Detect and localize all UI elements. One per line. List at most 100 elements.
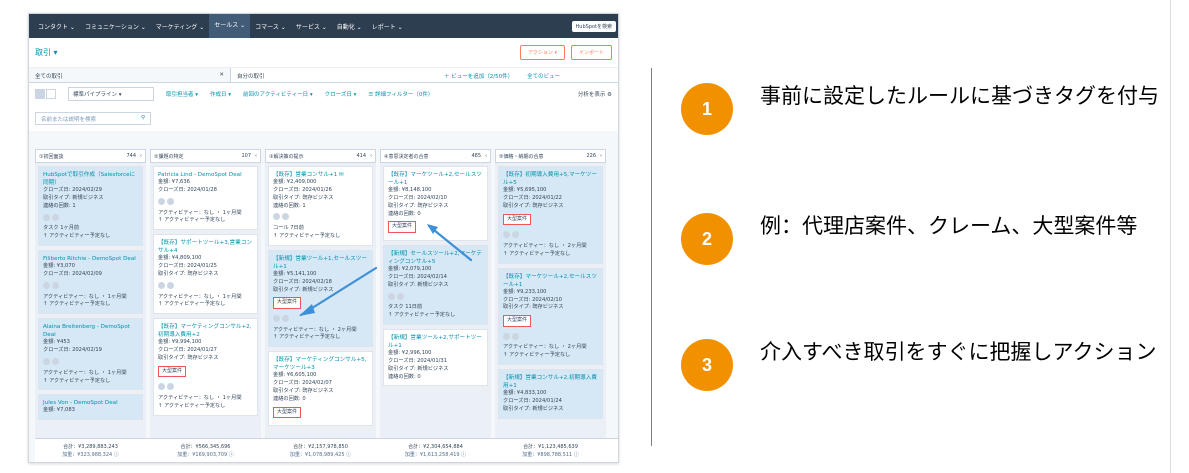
column-header: ①初回面談 744 ‹	[35, 149, 146, 163]
search-bar: 名前または説明を検索 ⚲	[29, 105, 618, 131]
deal-title[interactable]: 【既存】マーケティングコンサル+5,マーケツール+3	[273, 356, 368, 372]
magnifier-icon[interactable]: ⚲	[141, 115, 145, 122]
nav-item[interactable]: コンタクト ⌄	[33, 22, 80, 31]
deal-card[interactable]: Alaina Breitenberg - DemoSpot Deal 金額: ¥4…	[38, 318, 143, 391]
deal-activity: ↑ アクティビティー予定なし	[43, 301, 111, 308]
page-title[interactable]: 取引 ▾	[35, 47, 58, 58]
point-number-badge: 3	[681, 339, 733, 391]
avatar[interactable]	[158, 281, 165, 289]
nav-item[interactable]: コマース ⌄	[250, 22, 291, 31]
deal-card[interactable]: Jules Von - DemoSpot Deal 金額: ¥7,083	[38, 394, 143, 421]
avatar[interactable]	[273, 314, 280, 322]
created-filter[interactable]: 作成日 ▾	[210, 90, 231, 98]
avatar[interactable]	[503, 332, 510, 340]
deal-title[interactable]: 【新規】営業ツール+1,セールスツール+1	[273, 255, 368, 271]
avatar[interactable]	[52, 281, 59, 289]
add-view-button[interactable]: ＋ ビューを追加（2/50件）	[436, 68, 521, 82]
deal-title[interactable]: 【既存】初期導入費用+5,マーケツール+5	[503, 171, 598, 187]
owner-filter[interactable]: 取引担当者 ▾	[166, 90, 198, 98]
pipeline-select[interactable]: 標準パイプライン ▾	[68, 87, 154, 101]
deal-title[interactable]: Filiberto Ritchie - DemoSpot Deal	[43, 255, 138, 263]
deal-card[interactable]: 【既存】サポートツール+3,営業コンサル+4 金額: ¥4,809,100 クローズ…	[153, 234, 258, 315]
deal-card[interactable]: 【既存】初期導入費用+5,マーケツール+5 金額: ¥5,695,100 クローズ日…	[498, 166, 603, 264]
deal-card[interactable]: 【既存】営業コンサル+1 ✉ 金額: ¥2,409,000 クローズ日: 2024/…	[268, 166, 373, 246]
deal-title[interactable]: 【既存】マーケツール+2,セールスツール+1	[503, 273, 598, 289]
avatar[interactable]	[158, 197, 165, 205]
avatar[interactable]	[167, 281, 174, 289]
deal-title[interactable]: 【新規】営業コンサル+2,初期導入費用+1	[503, 374, 598, 390]
deal-title[interactable]: 【既存】営業コンサル+1 ✉	[273, 171, 368, 179]
avatar-row	[43, 211, 138, 226]
deal-card[interactable]: HubSpotで取引作成（Salesforceに同期） クローズ日: 2024/0…	[38, 166, 143, 246]
actions-button[interactable]: アクション ▾	[520, 45, 565, 60]
tab-all-deals[interactable]: 全ての取引 ✕	[29, 68, 231, 82]
collapse-icon[interactable]: ‹	[255, 153, 257, 159]
nav-item[interactable]: セールス ⌄	[209, 14, 251, 38]
deal-card[interactable]: 【新規】営業ツール+2,サポートツール+1 金額: ¥2,996,100 クローズ日…	[383, 328, 488, 387]
activity-filter[interactable]: 前回のアクティビティー日 ▾	[243, 90, 313, 98]
nav-item[interactable]: サービス ⌄	[291, 22, 332, 31]
deal-card[interactable]: 【既存】マーケツール+2,セールスツール+1 金額: ¥9,233,100 クローズ…	[498, 267, 603, 365]
avatar[interactable]	[273, 213, 280, 221]
avatar[interactable]	[43, 281, 50, 289]
avatar[interactable]	[43, 213, 50, 221]
board-view-icon[interactable]	[35, 89, 45, 99]
avatar[interactable]	[282, 213, 289, 221]
avatar[interactable]	[397, 292, 404, 300]
collapse-icon[interactable]: ‹	[600, 153, 602, 159]
avatar[interactable]	[52, 213, 59, 221]
avatar[interactable]	[512, 332, 519, 340]
global-search-input[interactable]: HubSpotを検索	[571, 20, 616, 32]
deal-card[interactable]: 【新規】営業コンサル+2,初期導入費用+1 金額: ¥4,833,100 クローズ日…	[498, 369, 603, 419]
list-view-icon[interactable]	[46, 89, 56, 99]
avatar[interactable]	[158, 383, 165, 391]
avatar[interactable]	[388, 292, 395, 300]
avatar[interactable]	[43, 357, 50, 365]
avatar[interactable]	[503, 231, 510, 239]
avatar[interactable]	[512, 231, 519, 239]
deal-title[interactable]: Alaina Breitenberg - DemoSpot Deal	[43, 323, 138, 339]
avatar[interactable]	[167, 197, 174, 205]
close-icon[interactable]: ✕	[219, 72, 224, 78]
tab-my-deals[interactable]: 自分の取引	[231, 68, 436, 82]
deal-card[interactable]: 【既存】マーケツール+2,セールスツール+1 金額: ¥8,148,100 クローズ…	[383, 166, 488, 241]
deal-card[interactable]: 【既存】マーケティングコンサル+5,マーケツール+3 金額: ¥6,605,100…	[268, 351, 373, 427]
search-input[interactable]: 名前または説明を検索 ⚲	[35, 111, 151, 125]
avatar-row	[273, 210, 368, 225]
deal-card[interactable]: Patricia Lind - DemoSpot Deal 金額: ¥7,636 ク…	[153, 166, 258, 231]
column-name: ③解決策の提示	[269, 153, 304, 160]
collapse-icon[interactable]: ‹	[370, 153, 372, 159]
column-body: 【既存】営業コンサル+1 ✉ 金額: ¥2,409,000 クローズ日: 2024/…	[265, 163, 376, 442]
collapse-icon[interactable]: ‹	[140, 153, 142, 159]
advanced-filter[interactable]: ☰ 詳細フィルター（0件）	[368, 90, 433, 98]
nav-item[interactable]: 自動化 ⌄	[332, 22, 367, 31]
column-header-right: 107 ‹	[241, 153, 257, 159]
deal-title[interactable]: HubSpotで取引作成（Salesforceに同期）	[43, 171, 138, 187]
nav-item[interactable]: レポート ⌄	[367, 22, 408, 31]
deal-title[interactable]: 【既存】マーケツール+2,セールスツール+1	[388, 171, 483, 187]
deal-title[interactable]: Patricia Lind - DemoSpot Deal	[158, 171, 253, 179]
all-views-link[interactable]: 全てのビュー	[521, 68, 566, 82]
point-text: 事前に設定したルールに基づきタグを付与	[760, 84, 1159, 108]
nav-item[interactable]: コミュニケーション ⌄	[80, 22, 151, 31]
nav-item[interactable]: マーケティング ⌄	[151, 22, 209, 31]
deal-property: クローズ日: 2024/02/18	[273, 278, 332, 285]
column-header: ④意思決定者の合意 485 ‹	[380, 149, 491, 163]
deal-card[interactable]: Filiberto Ritchie - DemoSpot Deal 金額: ¥3,…	[38, 250, 143, 315]
deal-card[interactable]: 【新規】営業ツール+1,セールスツール+1 金額: ¥5,141,100 クローズ日…	[268, 249, 373, 348]
analyze-link[interactable]: 分析を表示 ⚙	[578, 90, 612, 98]
deal-card[interactable]: 【新規】セールスツール+2,マーケティングコンサル+5 金額: ¥2,079,10…	[383, 244, 488, 325]
import-button[interactable]: インポート	[570, 45, 612, 60]
deal-property: 金額: ¥2,079,100	[388, 266, 432, 273]
deal-card[interactable]: 【既存】マーケティングコンサル+2,初期導入費用+2 金額: ¥9,994,100…	[153, 318, 258, 416]
deal-title[interactable]: 【新規】営業ツール+2,サポートツール+1	[388, 334, 483, 350]
deal-title[interactable]: 【既存】サポートツール+3,営業コンサル+4	[158, 239, 253, 255]
avatar[interactable]	[167, 383, 174, 391]
collapse-icon[interactable]: ‹	[485, 153, 487, 159]
close-date-filter[interactable]: クローズ日 ▾	[325, 90, 357, 98]
avatar[interactable]	[52, 357, 59, 365]
avatar[interactable]	[282, 314, 289, 322]
deal-title[interactable]: 【既存】マーケティングコンサル+2,初期導入費用+2	[158, 323, 253, 339]
column-header: ②課題の特定 107 ‹	[150, 149, 261, 163]
deal-title[interactable]: 【新規】セールスツール+2,マーケティングコンサル+5	[388, 250, 483, 266]
